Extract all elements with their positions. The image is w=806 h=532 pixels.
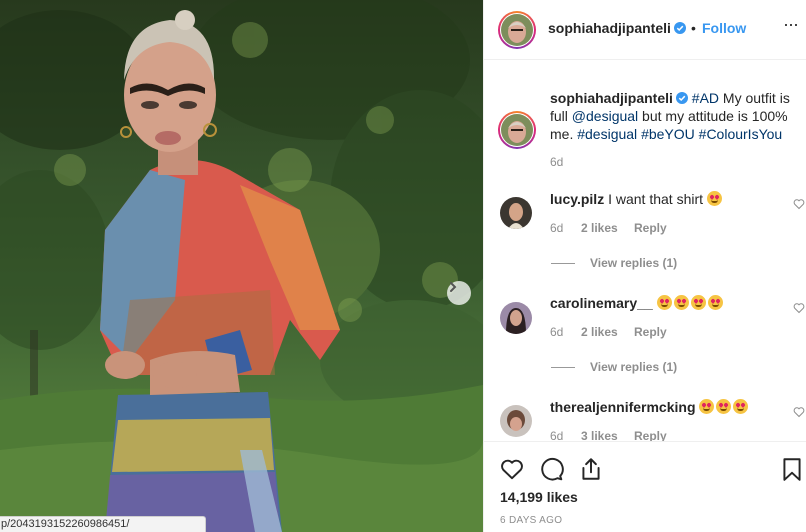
post-header: sophiahadjipanteli • Follow ··· [484, 0, 806, 60]
follow-button[interactable]: Follow [702, 20, 746, 36]
avatar-image [500, 405, 532, 437]
comment-likes[interactable]: 2 likes [581, 221, 618, 235]
view-replies-button[interactable]: View replies (1) [590, 256, 677, 270]
bookmark-icon[interactable] [779, 456, 805, 482]
comment-age[interactable]: 6d [550, 325, 563, 339]
heart-eyes-emoji-icon [733, 399, 749, 414]
share-icon[interactable] [578, 456, 604, 482]
post-side-panel: sophiahadjipanteli • Follow ··· sophiaha… [483, 0, 806, 532]
caption-age[interactable]: 6d [550, 155, 563, 169]
hashtag-link[interactable]: #beYOU [641, 126, 695, 142]
author-avatar[interactable] [498, 11, 536, 49]
comment-username[interactable]: carolinemary__ [550, 295, 653, 311]
heart-eyes-emoji-icon [690, 295, 706, 310]
mention-link[interactable]: @desigual [572, 108, 638, 124]
heart-eyes-emoji-icon [656, 295, 672, 310]
verified-badge-icon [675, 92, 688, 104]
like-comment-heart-icon[interactable] [793, 406, 805, 418]
more-options-button[interactable]: ··· [783, 14, 799, 35]
comment-likes[interactable]: 2 likes [581, 325, 618, 339]
reply-button[interactable]: Reply [634, 325, 667, 339]
avatar-image [500, 197, 532, 229]
caption-avatar[interactable] [498, 111, 536, 149]
comment-icon[interactable] [538, 456, 564, 482]
comment-age[interactable]: 6d [550, 221, 563, 235]
posted-time[interactable]: 6 DAYS AGO [500, 515, 562, 526]
comments-list[interactable]: sophiahadjipanteli #AD My outfit is full… [484, 61, 806, 441]
author-username-text[interactable]: sophiahadjipanteli [548, 20, 671, 36]
author-username[interactable]: sophiahadjipanteli [548, 20, 686, 36]
comment-age[interactable]: 6d [550, 429, 563, 441]
hashtag-link[interactable]: #AD [692, 90, 719, 106]
post-actions: 14,199 likes 6 DAYS AGO [484, 441, 806, 532]
heart-eyes-emoji-icon [707, 295, 723, 310]
avatar-image [501, 14, 533, 46]
comment-text: lucy.pilz I want that shirt [550, 190, 802, 208]
view-replies-button[interactable]: View replies (1) [590, 360, 677, 374]
comment-text: carolinemary__ [550, 294, 802, 312]
likes-count[interactable]: 14,199 likes [500, 489, 578, 505]
view-replies-line [551, 263, 575, 264]
status-bar-url: p/2043193152260986451/ [0, 516, 206, 532]
next-photo-button[interactable] [447, 281, 471, 305]
post-photo: p/2043193152260986451/ [0, 0, 483, 532]
like-comment-heart-icon[interactable] [793, 302, 805, 314]
view-replies-line [551, 367, 575, 368]
comment-likes[interactable]: 3 likes [581, 429, 618, 441]
commenter-avatar[interactable] [500, 405, 532, 437]
comment-text: therealjennifermcking [550, 398, 802, 416]
hashtag-link[interactable]: #desigual [577, 126, 637, 142]
hashtag-link[interactable]: #ColourIsYou [699, 126, 783, 142]
comment-body: I want that shirt [608, 191, 704, 207]
post-image [0, 0, 483, 532]
heart-eyes-emoji-icon [706, 191, 722, 206]
heart-icon[interactable] [499, 456, 525, 482]
commenter-avatar[interactable] [500, 197, 532, 229]
comment-username[interactable]: therealjennifermcking [550, 399, 696, 415]
header-separator: • [691, 20, 696, 36]
caption-username[interactable]: sophiahadjipanteli [550, 90, 673, 106]
heart-eyes-emoji-icon [716, 399, 732, 414]
commenter-avatar[interactable] [500, 302, 532, 334]
chevron-right-icon [450, 282, 457, 292]
heart-eyes-emoji-icon [673, 295, 689, 310]
reply-button[interactable]: Reply [634, 221, 667, 235]
reply-button[interactable]: Reply [634, 429, 667, 441]
verified-badge-icon [673, 22, 686, 34]
heart-eyes-emoji-icon [699, 399, 715, 414]
caption-text: sophiahadjipanteli #AD My outfit is full… [550, 89, 802, 143]
avatar-image [500, 302, 532, 334]
like-comment-heart-icon[interactable] [793, 198, 805, 210]
comment-username[interactable]: lucy.pilz [550, 191, 604, 207]
avatar-image [501, 114, 533, 146]
